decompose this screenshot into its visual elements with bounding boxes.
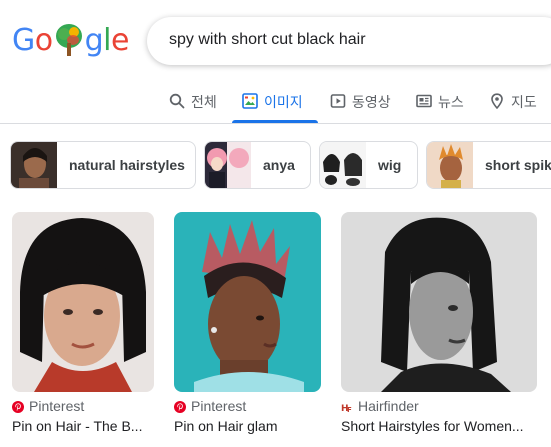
chip-label: wig [378, 157, 402, 173]
result-source[interactable]: Pinterest [12, 398, 154, 414]
tab-images[interactable]: 이미지 [242, 88, 303, 124]
hairfinder-icon: HF [341, 400, 353, 414]
google-doodle-logo[interactable]: G o g l e [12, 20, 129, 60]
chip-thumbnail [427, 142, 473, 188]
pinterest-icon [174, 400, 186, 413]
result-image[interactable] [12, 212, 154, 392]
source-name: Pinterest [29, 398, 85, 414]
tab-label: 지도 [511, 95, 537, 111]
tab-maps[interactable]: 지도 [489, 88, 537, 124]
image-result[interactable]: Pinterest Pin on Hair - The B... [12, 212, 154, 434]
tree-icon [54, 23, 84, 57]
search-tabs: 전체 이미지 동영상 뉴스 지도 [0, 88, 551, 124]
tab-label: 이미지 [264, 95, 303, 111]
result-source[interactable]: Pinterest [174, 398, 321, 414]
result-title[interactable]: Pin on Hair - The B... [12, 418, 154, 434]
chip-label: short spiky [485, 157, 551, 173]
image-result[interactable]: HF Hairfinder Short Hairstyles for Women… [341, 212, 537, 434]
chip-thumbnail [320, 142, 366, 188]
news-icon [416, 93, 432, 109]
search-icon [169, 93, 185, 109]
chip-wig[interactable]: wig [319, 141, 418, 189]
chip-anya[interactable]: anya [204, 141, 311, 189]
search-input[interactable] [169, 31, 549, 49]
chip-thumbnail [11, 142, 57, 188]
header-divider [0, 123, 551, 124]
image-result[interactable]: Pinterest Pin on Hair glam [174, 212, 321, 434]
result-source[interactable]: HF Hairfinder [341, 398, 537, 414]
map-pin-icon [489, 93, 505, 110]
pinterest-icon [12, 400, 24, 413]
tab-label: 전체 [191, 95, 217, 111]
logo-letter-g: G [12, 22, 35, 58]
chip-label: anya [263, 157, 295, 173]
result-image[interactable] [174, 212, 321, 392]
chip-short-spiky[interactable]: short spiky [426, 141, 551, 189]
video-icon [330, 93, 346, 109]
tab-label: 동영상 [352, 95, 391, 111]
chip-natural-hairstyles[interactable]: natural hairstyles [10, 141, 196, 189]
image-icon [242, 93, 258, 109]
source-name: Pinterest [191, 398, 247, 414]
tab-all[interactable]: 전체 [169, 88, 217, 124]
tab-videos[interactable]: 동영상 [330, 88, 391, 124]
tab-label: 뉴스 [438, 95, 464, 111]
chip-thumbnail [205, 142, 251, 188]
result-title[interactable]: Pin on Hair glam [174, 418, 321, 434]
svg-text:F: F [347, 406, 352, 413]
tab-news[interactable]: 뉴스 [416, 88, 464, 124]
logo-letter-e: e [111, 22, 129, 58]
search-box[interactable] [147, 17, 551, 65]
source-name: Hairfinder [358, 398, 419, 414]
logo-letter-g2: g [84, 22, 104, 58]
logo-letter-l: l [103, 22, 111, 58]
logo-letter-o: o [34, 22, 53, 58]
result-image[interactable] [341, 212, 537, 392]
result-title[interactable]: Short Hairstyles for Women... [341, 418, 537, 434]
chip-label: natural hairstyles [69, 157, 185, 173]
